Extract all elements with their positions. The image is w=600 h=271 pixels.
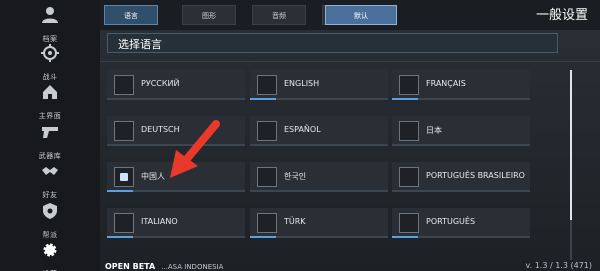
language-name: PORTUGUÊS	[426, 217, 476, 226]
language-name: PORTUGUÊS BRASILEIRO	[426, 171, 525, 180]
sidebar-item-label: 主界面	[38, 112, 62, 120]
scrollbar[interactable]	[570, 70, 572, 260]
language-checkbox[interactable]	[399, 213, 419, 233]
language-option-french[interactable]: FRANÇAIS	[392, 70, 530, 100]
language-name: РУССКИЙ	[141, 79, 180, 88]
sidebar: 档案 战斗 主界面 武器库 好友 帮派 设置	[0, 0, 100, 271]
language-option-korean[interactable]: 한국인	[250, 162, 388, 192]
sidebar-item-battle[interactable]: 战斗	[27, 44, 73, 83]
language-option-italian[interactable]: ITALIANO	[107, 208, 245, 238]
sidebar-item-label: 帮派	[42, 231, 58, 239]
language-checkbox[interactable]	[257, 121, 277, 141]
settings-panel: 语言 图形 音频 游戏 默认 一般设置 选择语言 РУССКИЙ ENGLISH…	[100, 0, 600, 271]
scrollbar-thumb[interactable]	[570, 70, 572, 220]
language-name: FRANÇAIS	[426, 79, 466, 88]
sidebar-item-label: 档案	[42, 35, 58, 43]
language-checkbox[interactable]	[257, 167, 277, 187]
language-checkbox[interactable]	[399, 121, 419, 141]
page-title: 一般设置	[535, 8, 588, 23]
sidebar-item-profile[interactable]: 档案	[27, 6, 73, 45]
tab-graphics[interactable]: 图形	[182, 5, 236, 25]
language-name: 한국인	[284, 172, 307, 181]
language-option-english[interactable]: ENGLISH	[250, 70, 388, 100]
language-option-russian[interactable]: РУССКИЙ	[107, 70, 245, 100]
tab-label: 音频	[272, 12, 286, 20]
sidebar-item-label: 战斗	[42, 73, 58, 81]
handshake-icon	[41, 162, 59, 180]
profile-icon	[41, 6, 59, 24]
language-accent	[250, 98, 276, 100]
language-accent	[107, 236, 133, 238]
language-checkbox[interactable]	[399, 167, 419, 187]
language-checkbox[interactable]	[114, 75, 134, 95]
red-arrow-icon	[170, 120, 220, 178]
gear-icon	[41, 241, 59, 259]
default-button-label: 默认	[354, 12, 368, 20]
home-icon	[41, 83, 59, 101]
tab-language[interactable]: 语言	[104, 5, 158, 25]
top-bar: 语言 图形 音频 游戏 默认 一般设置	[100, 0, 600, 30]
divider	[100, 61, 600, 62]
language-checkbox[interactable]	[114, 213, 134, 233]
region-label: ...ASA INDONESIA	[161, 263, 224, 271]
language-accent	[392, 98, 418, 100]
shield-icon	[41, 202, 59, 220]
language-option-portuguese[interactable]: PORTUGUÊS	[392, 208, 530, 238]
crosshair-icon	[41, 44, 59, 62]
sidebar-item-clan[interactable]: 帮派	[27, 202, 73, 241]
language-name: ENGLISH	[284, 79, 320, 88]
language-name: TÜRK	[284, 217, 306, 226]
tab-audio[interactable]: 音频	[252, 5, 306, 25]
language-name: 日本	[426, 126, 442, 135]
sidebar-item-label: 好友	[42, 191, 58, 199]
build-label-text: OPEN BETA	[105, 262, 156, 271]
language-accent	[107, 190, 133, 192]
language-option-spanish[interactable]: ESPAÑOL	[250, 116, 388, 146]
gun-icon	[41, 123, 59, 141]
sidebar-item-label: 武器库	[38, 152, 62, 160]
sidebar-item-armory[interactable]: 武器库	[27, 123, 73, 162]
build-label: OPEN BETA ...ASA INDONESIA	[105, 262, 223, 271]
language-checkbox[interactable]	[257, 213, 277, 233]
language-checkbox[interactable]	[399, 75, 419, 95]
section-title: 选择语言	[118, 38, 162, 51]
sidebar-item-settings[interactable]: 设置	[27, 241, 73, 271]
default-button[interactable]: 默认	[325, 5, 397, 25]
language-name: ESPAÑOL	[284, 125, 321, 134]
language-accent	[250, 236, 276, 238]
sidebar-item-home[interactable]: 主界面	[27, 83, 73, 122]
language-name: ITALIANO	[141, 217, 178, 226]
tab-label: 图形	[202, 12, 216, 20]
language-option-turkish[interactable]: TÜRK	[250, 208, 388, 238]
language-checkbox[interactable]	[257, 75, 277, 95]
language-accent	[392, 236, 418, 238]
section-header: 选择语言	[107, 33, 558, 53]
language-checkbox[interactable]	[114, 121, 134, 141]
sidebar-item-friends[interactable]: 好友	[27, 162, 73, 201]
version-label: v. 1.3 / 1.3 (471)	[525, 261, 592, 270]
language-name: 中国人	[141, 172, 165, 181]
language-checkbox-checked[interactable]	[114, 167, 134, 187]
language-option-japanese[interactable]: 日本	[392, 116, 530, 146]
language-option-portuguese-brazil[interactable]: PORTUGUÊS BRASILEIRO	[392, 162, 530, 192]
tab-label: 语言	[124, 12, 138, 20]
